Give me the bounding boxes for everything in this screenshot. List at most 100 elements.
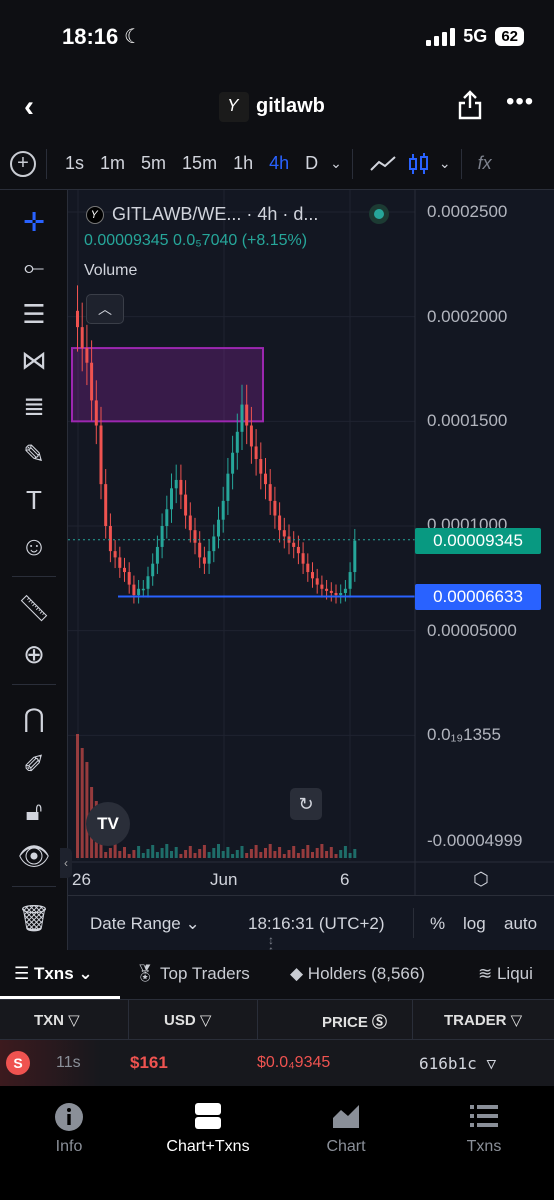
collapse-toolbar-chevron-icon[interactable]: ‹ (60, 848, 72, 878)
brush-icon[interactable]: ✎ (14, 436, 54, 472)
tab-txns[interactable]: ☰ Txns ⌄ (14, 964, 93, 984)
fx-indicator-icon[interactable]: fx (478, 153, 492, 174)
volume-bar (278, 847, 282, 858)
price-chart[interactable]: 𝛶 GITLAWB/WE... · 4h · d... 0.00009345 0… (68, 190, 554, 950)
currency-toggle-icon[interactable]: Ⓢ (372, 1014, 387, 1031)
volume-bar (212, 848, 216, 858)
candle-body (90, 362, 94, 401)
nav-chart[interactable]: Chart (286, 1102, 406, 1156)
filter-trader-icon[interactable]: ▽ (486, 1054, 496, 1073)
collapse-legend-chevron-up-icon[interactable]: ︿ (86, 294, 124, 324)
status-bar: 18:16 ☾ 5G 62 (0, 0, 554, 76)
interval-1s[interactable]: 1s (65, 153, 84, 174)
reset-chart-icon[interactable]: ↻ (290, 788, 322, 820)
volume-bar (311, 852, 314, 858)
bottom-nav: Info Chart+Txns Chart Txns (0, 1086, 554, 1200)
interval-4h[interactable]: 4h (269, 153, 289, 174)
date-range-bar: Date Range ⌄ 18:16:31 (UTC+2) % log auto (68, 895, 554, 950)
column-trader[interactable]: TRADER ▽ (444, 1011, 522, 1029)
token-legend-icon: 𝛶 (86, 206, 104, 224)
projection-icon[interactable]: ≣ (14, 388, 54, 424)
fib-lines-icon[interactable]: ☰ (14, 296, 54, 332)
text-icon[interactable]: T (14, 482, 54, 518)
battery-icon: 62 (495, 27, 524, 46)
magnet-icon[interactable]: ⋂ (14, 700, 54, 736)
add-indicator-icon[interactable]: + (10, 150, 36, 177)
txn-trader[interactable]: 616b1c ▽ (419, 1054, 496, 1073)
volume-bar (259, 852, 263, 858)
volume-bar (132, 850, 136, 858)
tab-holders[interactable]: ◆ Holders (8,566) (290, 964, 425, 984)
volume-bar (325, 851, 329, 858)
volume-bar (76, 734, 79, 858)
column-usd[interactable]: USD ▽ (164, 1011, 211, 1029)
timezone-clock[interactable]: 18:16:31 (UTC+2) (248, 914, 385, 934)
more-options-icon[interactable]: ••• (506, 88, 534, 116)
tab-top-traders[interactable]: 🏅︎ Top Traders (134, 964, 250, 984)
trend-line-icon[interactable]: ⟜ (14, 250, 54, 286)
legend-symbol[interactable]: GITLAWB/WE... · 4h · d... (112, 204, 318, 225)
volume-bar (264, 848, 267, 858)
date-range-button[interactable]: Date Range ⌄ (90, 914, 200, 934)
candle-body (118, 557, 122, 568)
interval-1h[interactable]: 1h (233, 153, 253, 174)
candlestick-icon[interactable] (407, 152, 431, 176)
auto-scale-toggle[interactable]: auto (504, 914, 537, 934)
trash-icon[interactable]: 🗑︎ (14, 900, 54, 936)
candle-body (132, 584, 136, 596)
volume-bar (343, 846, 347, 858)
unlock-icon[interactable]: 🔓︎ (14, 794, 54, 830)
column-price[interactable]: PRICE Ⓢ (322, 1011, 387, 1032)
candle-body (226, 473, 230, 501)
scroll-to-realtime-icon[interactable]: ⬡ (473, 869, 489, 890)
chart-type-chevron-down-icon[interactable]: ⌄ (439, 155, 451, 172)
moon-icon: ☾ (124, 26, 142, 48)
volume-bar (334, 854, 338, 858)
volume-bar (240, 846, 244, 858)
share-icon[interactable] (458, 90, 482, 120)
interval-chevron-down-icon[interactable]: ⌄ (330, 155, 342, 172)
live-status-icon (369, 204, 389, 224)
crosshair-icon[interactable]: ✛ (14, 204, 54, 240)
candle-body (278, 515, 282, 531)
tab-liquidity[interactable]: ≋ Liqui (478, 964, 533, 984)
tradingview-logo[interactable]: TV (86, 802, 130, 846)
pattern-icon[interactable]: ⋈ (14, 342, 54, 378)
price-axis-label: 0.0₁₉1355 (427, 725, 501, 744)
interval-15m[interactable]: 15m (182, 153, 217, 174)
nav-txns[interactable]: Txns (424, 1102, 544, 1156)
emoji-icon[interactable]: ☺ (14, 528, 54, 564)
legend-volume[interactable]: Volume (84, 262, 137, 280)
volume-bar (85, 762, 89, 858)
zoom-in-icon[interactable]: ⊕ (14, 636, 54, 672)
percent-scale-toggle[interactable]: % (430, 914, 445, 934)
candle-body (193, 530, 197, 543)
volume-bar (113, 844, 117, 858)
volume-bar (235, 850, 239, 858)
interval-5m[interactable]: 5m (141, 153, 166, 174)
network-type: 5G (463, 26, 488, 46)
log-scale-toggle[interactable]: log (463, 914, 486, 934)
nav-info[interactable]: Info (9, 1102, 129, 1156)
lock-drawing-icon[interactable]: ✐ (14, 746, 54, 782)
line-chart-icon[interactable] (369, 154, 397, 174)
volume-bar (245, 853, 249, 858)
visibility-icon[interactable]: 👁︎ (14, 838, 54, 874)
token-title: gitlawb (256, 95, 325, 117)
ruler-icon[interactable]: 📏︎ (14, 590, 54, 626)
volume-bar (193, 853, 197, 858)
back-chevron-icon[interactable]: ‹ (24, 90, 34, 124)
column-txn[interactable]: TXN ▽ (34, 1011, 80, 1029)
interval-D[interactable]: D (305, 153, 318, 174)
volume-bar (165, 844, 169, 858)
candle-body (217, 519, 220, 537)
volume-bar (287, 850, 291, 858)
table-row[interactable]: S 11s $161 $0.0₄9345 616b1c ▽ (0, 1040, 554, 1086)
volume-bar (155, 852, 159, 858)
candle-body (334, 592, 338, 596)
nav-chart-txns[interactable]: Chart+Txns (148, 1102, 268, 1156)
txn-price: $0.0₄9345 (257, 1054, 331, 1071)
volume-bar (118, 851, 122, 858)
horizontal-line-price-tag[interactable]: 0.00006633 (415, 584, 541, 610)
interval-1m[interactable]: 1m (100, 153, 125, 174)
